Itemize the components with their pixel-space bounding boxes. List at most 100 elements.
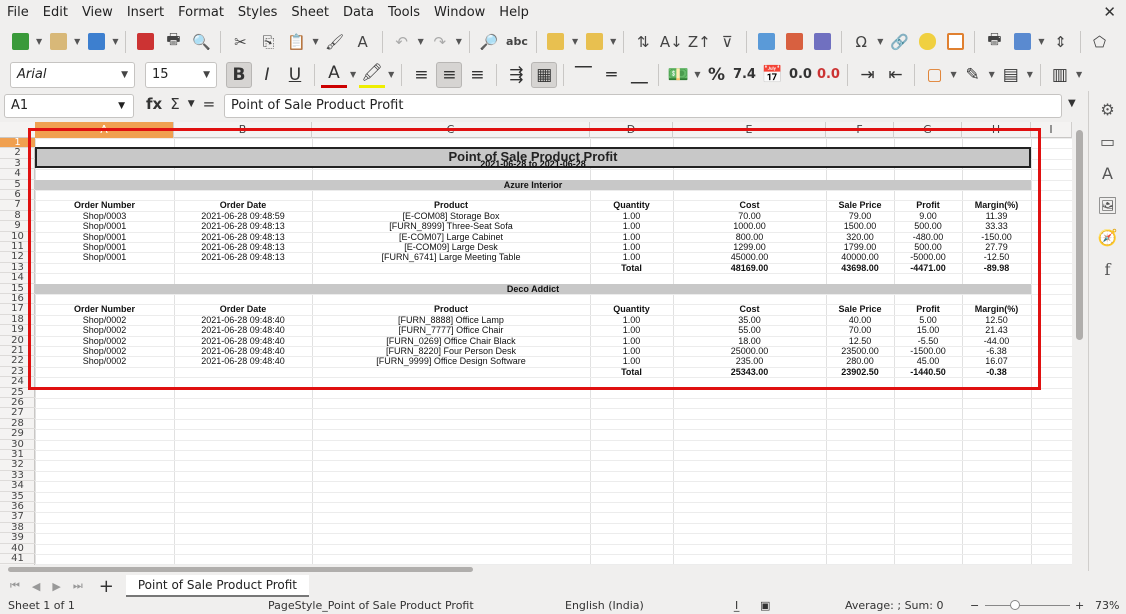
align-top-icon[interactable]: ⎺: [570, 62, 596, 88]
wrap-text-icon[interactable]: ⇶: [503, 62, 529, 88]
customer-name[interactable]: Azure Interior: [35, 180, 1031, 190]
selection-mode-icon[interactable]: I̲: [735, 599, 738, 612]
table-cell[interactable]: [FURN_9999] Office Design Software: [312, 356, 590, 366]
column-header-b[interactable]: B: [174, 122, 312, 138]
table-cell[interactable]: 25000.00: [673, 346, 826, 356]
insert-chart-icon[interactable]: [782, 30, 806, 54]
chevron-down-icon[interactable]: ▼: [121, 70, 128, 80]
vertical-scrollbar[interactable]: [1074, 122, 1086, 565]
table-cell[interactable]: [FURN_6741] Large Meeting Table: [312, 252, 590, 262]
table-cell[interactable]: -12.50: [962, 252, 1031, 262]
row-header[interactable]: 41: [0, 553, 35, 565]
table-cell[interactable]: 1500.00: [826, 221, 894, 231]
table-cell[interactable]: [FURN_7777] Office Chair: [312, 325, 590, 335]
currency-format-icon[interactable]: 💵: [665, 62, 691, 88]
column-title[interactable]: Profit: [894, 200, 962, 210]
font-name-box[interactable]: Arial ▼: [10, 61, 135, 88]
column-title[interactable]: Margin(%): [962, 304, 1031, 314]
clone-formatting-icon[interactable]: 🖌: [323, 30, 347, 54]
table-cell[interactable]: 70.00: [673, 211, 826, 221]
column-title[interactable]: Product: [312, 304, 590, 314]
table-cell[interactable]: [E-COM09] Large Desk: [312, 242, 590, 252]
font-color-icon[interactable]: A: [321, 62, 347, 88]
column-header-g[interactable]: G: [894, 122, 962, 138]
print-preview-icon[interactable]: 🔍: [189, 30, 213, 54]
table-cell[interactable]: 12.50: [826, 336, 894, 346]
table-cell[interactable]: [FURN_8888] Office Lamp: [312, 315, 590, 325]
table-cell[interactable]: -150.00: [962, 232, 1031, 242]
open-folder-icon[interactable]: [46, 30, 70, 54]
column-title[interactable]: Order Date: [174, 200, 312, 210]
spellcheck-icon[interactable]: abc: [505, 30, 529, 54]
table-cell[interactable]: 12.50: [962, 315, 1031, 325]
menu-file[interactable]: File: [0, 0, 36, 25]
menu-tools[interactable]: Tools: [381, 0, 427, 25]
column-header-e[interactable]: E: [673, 122, 826, 138]
report-date-range[interactable]: 2021-06-28 to 2021-06-28: [35, 159, 1031, 169]
menu-window[interactable]: Window: [427, 0, 492, 25]
table-cell[interactable]: 1.00: [590, 346, 673, 356]
undo-icon[interactable]: ↶: [390, 30, 414, 54]
total-profit[interactable]: -1440.50: [894, 367, 962, 377]
table-cell[interactable]: 2021-06-28 09:48:40: [174, 315, 312, 325]
table-cell[interactable]: [E-COM07] Large Cabinet: [312, 232, 590, 242]
table-cell[interactable]: Shop/0001: [35, 221, 174, 231]
autofilter-icon[interactable]: ⊽: [715, 30, 739, 54]
column-header-d[interactable]: D: [590, 122, 673, 138]
conditional-format-icon[interactable]: ▥: [1047, 62, 1073, 88]
highlight-color-icon[interactable]: 🖍: [359, 62, 386, 88]
table-cell[interactable]: Shop/0002: [35, 346, 174, 356]
column-header-h[interactable]: H: [962, 122, 1031, 138]
language[interactable]: English (India): [565, 599, 644, 612]
expand-formula-icon[interactable]: ▼: [1068, 98, 1076, 109]
chevron-down-icon[interactable]: ▼: [188, 95, 195, 113]
comment-icon[interactable]: [915, 30, 939, 54]
zoom-out-button[interactable]: −: [970, 599, 979, 612]
export-pdf-icon[interactable]: [133, 30, 157, 54]
column-title[interactable]: Margin(%): [962, 200, 1031, 210]
sort-icon[interactable]: ⇅: [631, 30, 655, 54]
styles-icon[interactable]: A: [1096, 161, 1120, 185]
insert-image-icon[interactable]: [754, 30, 778, 54]
borders-icon[interactable]: ▢: [921, 62, 947, 88]
menu-styles[interactable]: Styles: [231, 0, 284, 25]
properties-gear-icon[interactable]: ⚙: [1096, 97, 1120, 121]
table-cell[interactable]: 21.43: [962, 325, 1031, 335]
table-cell[interactable]: 11.39: [962, 211, 1031, 221]
table-cell[interactable]: 2021-06-28 09:48:40: [174, 336, 312, 346]
table-cell[interactable]: -480.00: [894, 232, 962, 242]
merge-center-icon[interactable]: ▦: [531, 61, 558, 88]
customer-name[interactable]: Deco Addict: [35, 284, 1031, 294]
total-cost[interactable]: 25343.00: [673, 367, 826, 377]
table-cell[interactable]: -5000.00: [894, 252, 962, 262]
table-cell[interactable]: 2021-06-28 09:48:13: [174, 232, 312, 242]
add-decimal-button[interactable]: 0.0: [787, 62, 813, 88]
table-cell[interactable]: Shop/0002: [35, 325, 174, 335]
horizontal-scrollbar[interactable]: [0, 565, 1074, 574]
increase-indent-icon[interactable]: ⇥: [854, 62, 880, 88]
table-cell[interactable]: 15.00: [894, 325, 962, 335]
total-margin[interactable]: -89.98: [962, 263, 1031, 273]
zoom-level[interactable]: 73%: [1095, 599, 1119, 612]
table-cell[interactable]: 280.00: [826, 356, 894, 366]
table-cell[interactable]: 35.00: [673, 315, 826, 325]
column-header-f[interactable]: F: [826, 122, 894, 138]
table-cell[interactable]: 16.07: [962, 356, 1031, 366]
table-cell[interactable]: 23500.00: [826, 346, 894, 356]
paste-icon[interactable]: 📋: [284, 30, 308, 54]
formula-input[interactable]: Point of Sale Product Profit: [224, 94, 1062, 118]
table-cell[interactable]: Shop/0003: [35, 211, 174, 221]
freeze-rows-columns-icon[interactable]: [1010, 30, 1034, 54]
cell-grid[interactable]: Point of Sale Product Profit 2021-06-28 t…: [35, 138, 1072, 565]
align-right-icon[interactable]: ≡: [464, 62, 490, 88]
table-cell[interactable]: [FURN_8220] Four Person Desk: [312, 346, 590, 356]
close-document-icon[interactable]: ✕: [1103, 3, 1116, 21]
column-title[interactable]: Product: [312, 200, 590, 210]
menu-sheet[interactable]: Sheet: [284, 0, 336, 25]
table-cell[interactable]: 1299.00: [673, 242, 826, 252]
table-cell[interactable]: [FURN_8999] Three-Seat Sofa: [312, 221, 590, 231]
total-sale-price[interactable]: 23902.50: [826, 367, 894, 377]
table-cell[interactable]: [FURN_0269] Office Chair Black: [312, 336, 590, 346]
copy-icon[interactable]: ⎘: [256, 30, 280, 54]
gallery-icon[interactable]: 🖼: [1096, 193, 1120, 217]
